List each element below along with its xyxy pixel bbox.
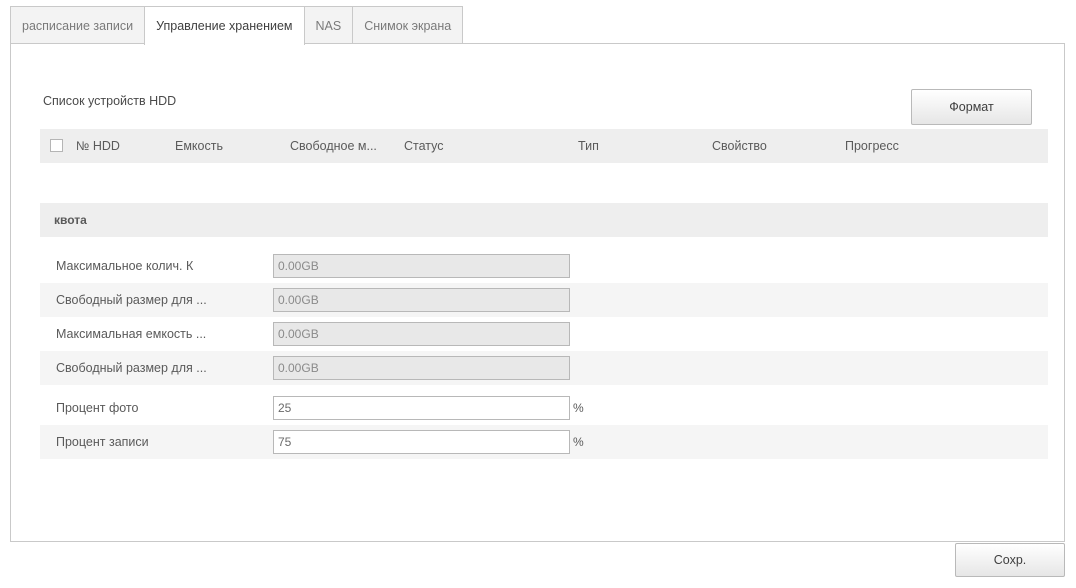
max-record-capacity-field [273,322,570,346]
tab-bar: расписание записи Управление хранением N… [10,6,464,45]
save-button[interactable]: Сохр. [955,543,1065,577]
free-picture-size-field [273,288,570,312]
percent-unit: % [573,435,584,449]
format-button[interactable]: Формат [911,89,1032,125]
percent-unit: % [573,401,584,415]
column-progress: Прогресс [845,139,899,153]
quota-row-picture-percent: Процент фото % [40,391,1048,425]
quota-title: квота [54,213,87,227]
column-hdd-no: № HDD [76,139,120,153]
column-status: Статус [404,139,444,153]
quota-row-free-record-size: Свободный размер для ... [40,351,1048,385]
quota-row-max-picture-capacity: Максимальное колич. К [40,249,1048,283]
field-label: Максимальная емкость ... [56,327,207,341]
picture-percent-input[interactable] [273,396,570,420]
tab-nas[interactable]: NAS [303,6,354,44]
column-property: Свойство [712,139,767,153]
tab-snapshot[interactable]: Снимок экрана [352,6,464,44]
select-all-checkbox[interactable] [50,139,63,152]
hdd-list-title: Список устройств HDD [43,94,177,108]
column-free-space: Свободное м... [290,139,377,153]
column-type: Тип [578,139,599,153]
hdd-table-header: № HDD Емкость Свободное м... Статус Тип … [40,129,1048,163]
field-label: Процент записи [56,435,149,449]
field-label: Свободный размер для ... [56,361,207,375]
column-capacity: Емкость [175,139,223,153]
free-record-size-field [273,356,570,380]
record-percent-input[interactable] [273,430,570,454]
quota-section-header: квота [40,203,1048,237]
max-picture-capacity-field [273,254,570,278]
quota-row-max-record-capacity: Максимальная емкость ... [40,317,1048,351]
field-label: Процент фото [56,401,139,415]
tab-storage-management[interactable]: Управление хранением [144,6,305,45]
quota-row-free-picture-size: Свободный размер для ... [40,283,1048,317]
quota-row-record-percent: Процент записи % [40,425,1048,459]
field-label: Свободный размер для ... [56,293,207,307]
tab-record-schedule[interactable]: расписание записи [10,6,146,44]
field-label: Максимальное колич. К [56,259,194,273]
